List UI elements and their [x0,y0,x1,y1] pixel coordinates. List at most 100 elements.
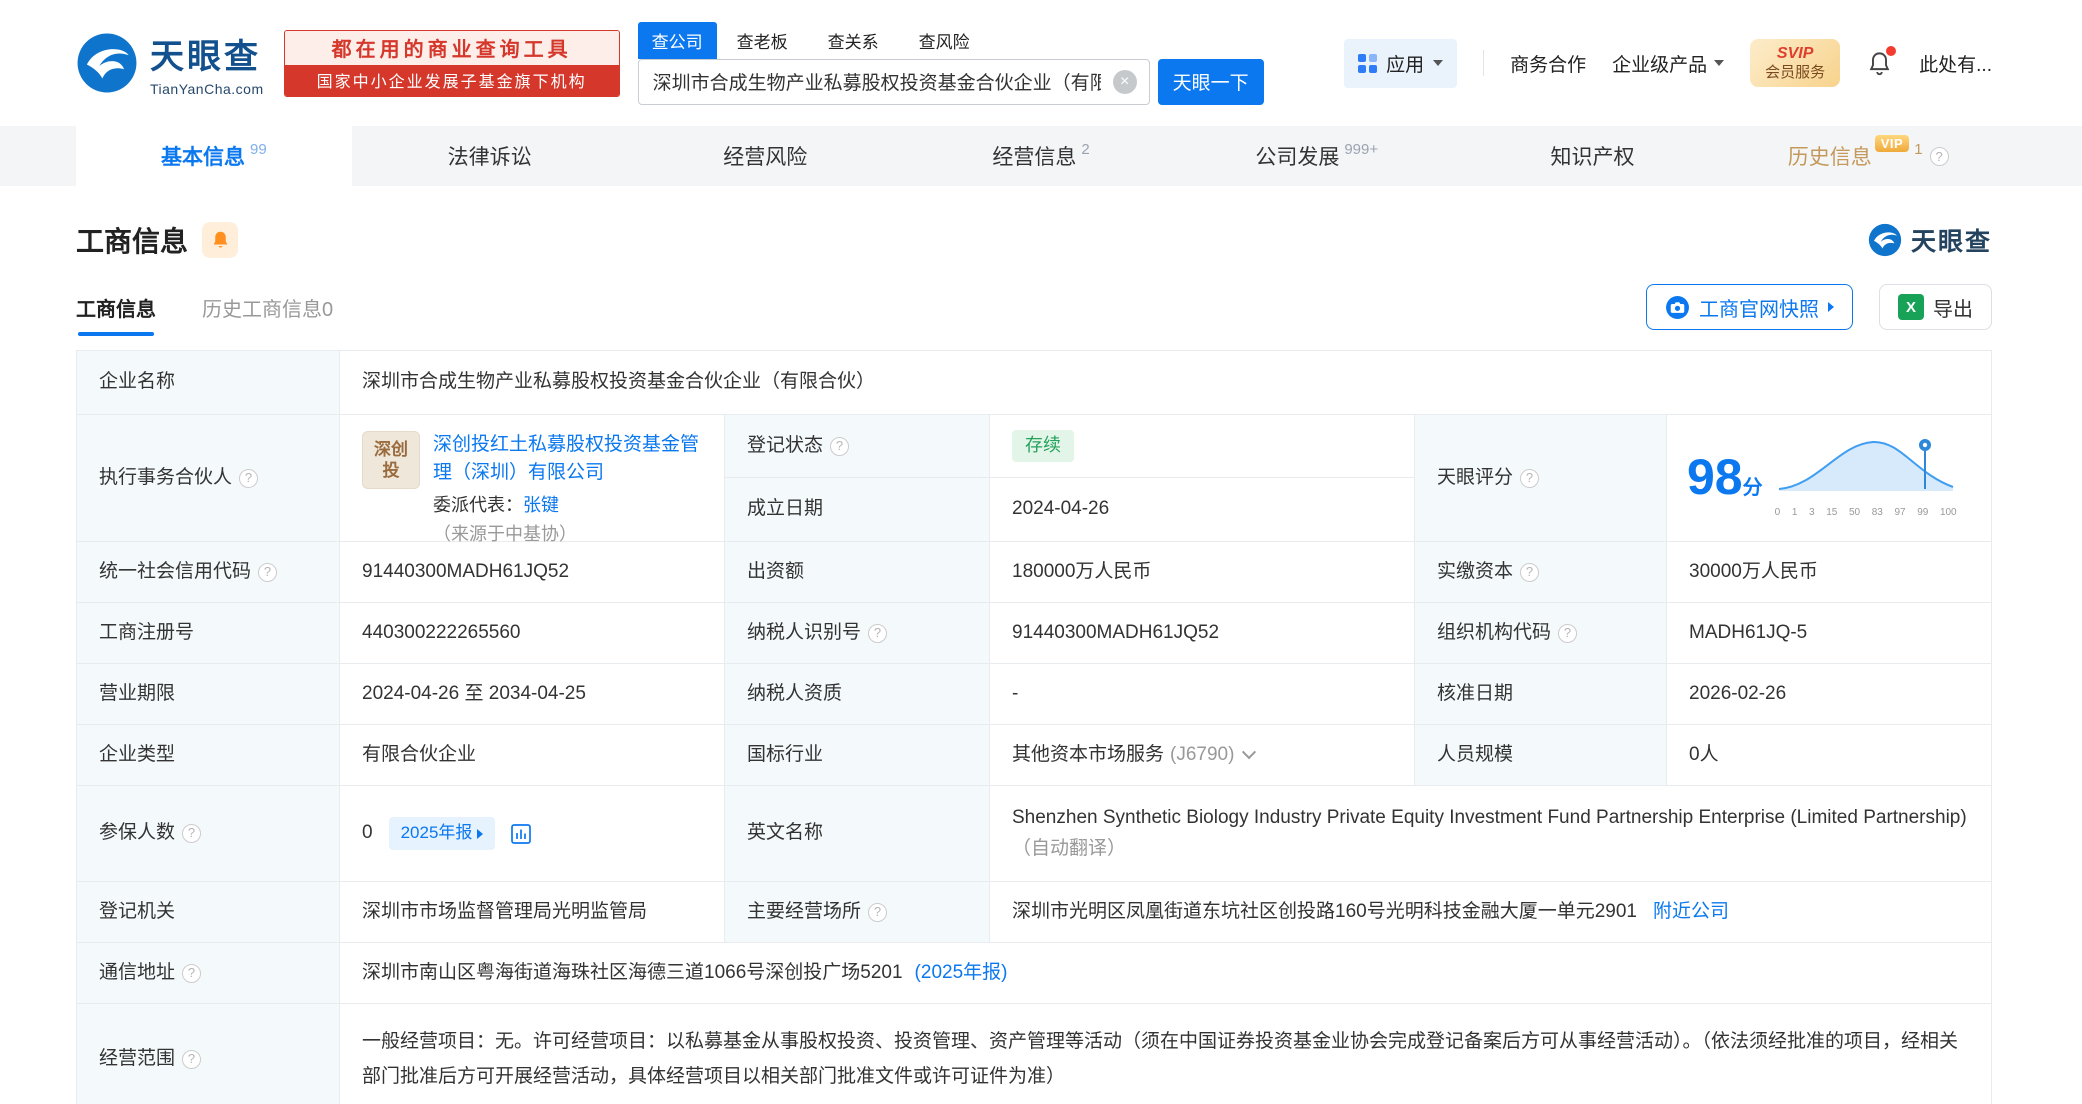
user-menu[interactable]: 此处有... [1919,50,1992,77]
search-tab-boss[interactable]: 查老板 [737,22,788,59]
clear-search-icon[interactable]: × [1112,69,1137,94]
registration-authority-label: 登记机关 [77,882,340,942]
tab-legal-proceedings[interactable]: 法律诉讼 [352,126,628,186]
tab-history-info[interactable]: 历史信息 VIP 1 ? [1730,126,2006,186]
auto-translate-note: （自动翻译） [1012,837,1127,859]
chevron-down-icon [1714,60,1725,66]
subtabs-row: 工商信息 历史工商信息0 工商官网快照 X 导出 [76,284,1992,336]
help-icon[interactable]: ? [868,902,888,922]
insured-chart-icon[interactable] [509,822,533,846]
partner-company-link[interactable]: 深创投红土私募股权投资基金管理（深圳）有限公司 [433,431,702,486]
header-right: 应用 商务合作 企业级产品 SVIP 会员服务 此处有... [1344,38,1992,88]
industry-code: (J6790) [1170,743,1235,765]
tab-operation-info[interactable]: 经营信息 2 [903,126,1179,186]
help-icon[interactable]: ? [258,562,278,582]
watermark-brand-name: 天眼查 [1910,228,1992,256]
business-cooperation-link[interactable]: 商务合作 [1510,50,1586,77]
tab-count: 99 [250,140,267,158]
tab-operation-risk[interactable]: 经营风险 [627,126,903,186]
business-address-value: 深圳市光明区凤凰街道东坑社区创投路160号光明科技金融大厦一单元2901 附近公司 [1012,900,1729,922]
search-tab-relation[interactable]: 查关系 [828,22,879,59]
tianyan-score-value: 98分 0 1 3 15 50 83 97 99 100 [1667,415,1991,541]
subtab-history-business-info[interactable]: 历史工商信息0 [202,293,333,336]
tab-intellectual-property[interactable]: 知识产权 [1455,126,1731,186]
tab-label: 基本信息 [161,146,246,169]
establish-date-value: 2024-04-26 [990,478,1415,541]
tax-qualification-label: 纳税人资质 [725,664,990,724]
approval-date-label: 核准日期 [1415,664,1667,724]
apps-grid-icon [1358,53,1378,73]
snapshot-label: 工商官网快照 [1699,298,1819,321]
help-icon[interactable]: ? [1520,468,1540,488]
tianyancha-logo[interactable]: 天眼查 TianYanCha.com [76,29,264,97]
tab-label: 经营风险 [723,146,808,169]
annual-report-link[interactable]: (2025年报) [915,962,1008,983]
nearby-companies-link[interactable]: 附近公司 [1653,901,1729,922]
subtab-business-info[interactable]: 工商信息 [76,293,156,336]
chevron-down-icon[interactable] [1242,745,1257,760]
business-term-value: 2024-04-26 至 2034-04-25 [340,664,725,724]
company-type-label: 企业类型 [77,725,340,785]
vip-badge: VIP [1874,134,1910,152]
business-term-label: 营业期限 [77,664,340,724]
tab-label: 知识产权 [1550,146,1635,169]
english-name-label: 英文名称 [725,786,990,881]
help-icon[interactable]: ? [1558,623,1578,643]
annual-report-button[interactable]: 2025年报 [388,817,496,850]
export-button[interactable]: X 导出 [1879,284,1992,330]
help-icon[interactable]: ? [182,824,202,843]
search-tab-company[interactable]: 查公司 [637,21,717,59]
delegate-person-link[interactable]: 张键 [523,495,559,515]
business-scope-value: 一般经营项目：无。许可经营项目：以私募基金从事股权投资、投资管理、资产管理等活动… [362,1031,1959,1087]
export-excel-icon: X [1898,294,1924,320]
help-icon[interactable]: ? [868,623,888,643]
export-label: 导出 [1933,298,1973,321]
help-icon[interactable]: ? [1929,146,1949,166]
table-row: 执行事务合伙人? 深创投 深创投红土私募股权投资基金管理（深圳）有限公司 委派代… [77,415,1991,544]
subscribe-bell-icon[interactable] [202,222,239,258]
tab-count: 1 [1914,140,1923,158]
fund-capital-value: 180000万人民币 [990,542,1415,602]
partner-logo: 深创投 [362,431,420,489]
business-info-table: 企业名称 深圳市合成生物产业私募股权投资基金合伙企业（有限合伙） 执行事务合伙人… [76,350,1992,1104]
score-number: 98 [1687,448,1743,505]
english-name-value: Shenzhen Synthetic Biology Industry Priv… [1012,807,1967,859]
tab-company-development[interactable]: 公司发展 999+ [1179,126,1455,186]
notification-bell-icon[interactable] [1866,45,1897,78]
tax-qualification-value: - [990,664,1415,724]
insured-count-label: 参保人数? [77,786,340,881]
help-icon[interactable]: ? [1520,562,1540,582]
search-button[interactable]: 天眼一下 [1157,58,1264,105]
score-distribution-chart: 0 1 3 15 50 83 97 99 100 [1775,435,1957,520]
official-snapshot-button[interactable]: 工商官网快照 [1646,284,1853,330]
divider [1483,50,1485,76]
tab-basic-info[interactable]: 基本信息 99 [76,126,352,186]
tab-label: 历史信息 [1787,146,1872,169]
apps-button[interactable]: 应用 [1344,38,1458,88]
snapshot-camera-icon [1666,295,1689,319]
staff-size-label: 人员规模 [1415,725,1667,785]
table-row: 参保人数? 0 2025年报 英文名称 Shenzhen Synthetic B… [77,786,1991,882]
managing-partner-value: 深创投 深创投红土私募股权投资基金管理（深圳）有限公司 委派代表：张键 （来源于中… [340,415,725,544]
table-row: 统一社会信用代码? 91440300MADH61JQ52 出资额 180000万… [77,542,1991,603]
svip-member-button[interactable]: SVIP 会员服务 [1750,38,1841,88]
enterprise-products-link[interactable]: 企业级产品 [1612,50,1725,77]
help-icon[interactable]: ? [182,963,202,983]
registration-number-value: 440300222265560 [340,603,725,663]
help-icon[interactable]: ? [182,1050,202,1069]
search-input[interactable] [638,59,1149,104]
fund-capital-label: 出资额 [725,542,990,602]
svip-label: SVIP [1776,44,1814,62]
search-tab-risk[interactable]: 查风险 [919,22,970,59]
industry-label: 国标行业 [725,725,990,785]
registration-status-value: 存续 [990,415,1415,478]
help-icon[interactable]: ? [830,436,850,456]
search-area: 查公司 查老板 查关系 查风险 × 天眼一下 [637,21,1264,105]
logo-text: 天眼查 TianYanCha.com [150,29,264,97]
table-row: 企业名称 深圳市合成生物产业私募股权投资基金合伙企业（有限合伙） [77,351,1991,415]
tianyan-score-label: 天眼评分? [1415,415,1667,541]
help-icon[interactable]: ? [239,468,259,488]
table-row: 企业类型 有限合伙企业 国标行业 其他资本市场服务 (J6790) 人员规模 0人 [77,725,1991,786]
section-title: 工商信息 [76,226,189,257]
credit-code-value: 91440300MADH61JQ52 [340,542,725,602]
